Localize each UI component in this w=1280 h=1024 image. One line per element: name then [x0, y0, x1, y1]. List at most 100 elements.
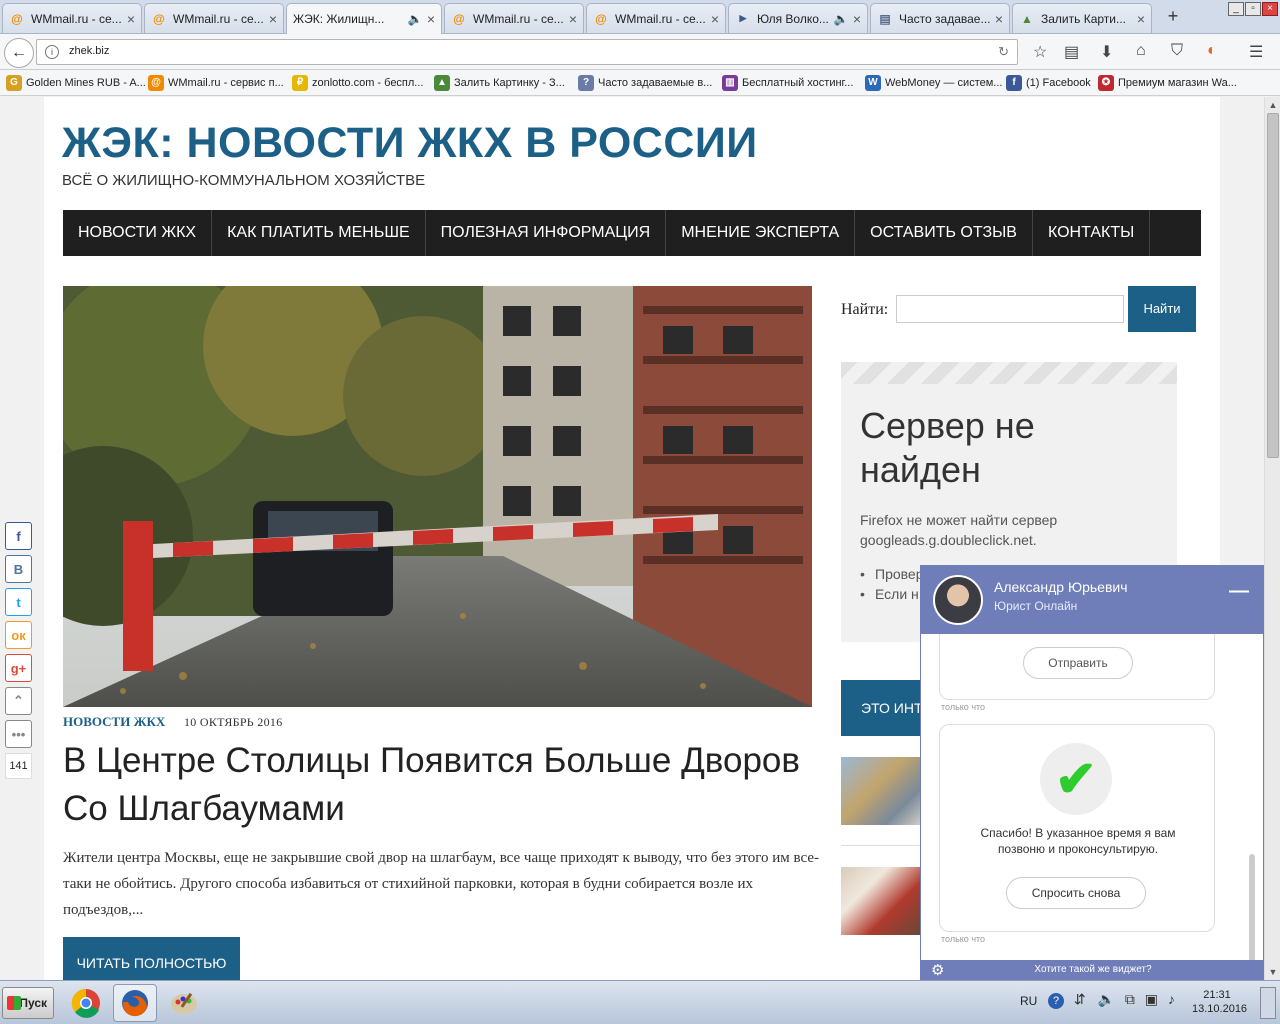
bookmark-item[interactable]: W WebMoney — систем...	[865, 75, 1002, 91]
nav-item-5[interactable]: ОСТАВИТЬ ОТЗЫВ	[855, 210, 1033, 256]
sidebar-thumbnail-documents[interactable]	[841, 867, 931, 935]
close-tab-icon[interactable]: ×	[427, 11, 435, 27]
bookmark-item[interactable]: ? Часто задаваемые в...	[578, 75, 712, 91]
search-button[interactable]: Найти	[1128, 286, 1196, 332]
chrome-app[interactable]	[64, 984, 108, 1022]
nav-item-3[interactable]: ПОЛЕЗНАЯ ИНФОРМАЦИЯ	[426, 210, 667, 256]
tray-arrow-icon[interactable]: ⇵	[1074, 991, 1086, 1007]
scroll-down-arrow[interactable]: ▼	[1265, 964, 1280, 980]
more-share-icon[interactable]: •••	[5, 720, 32, 748]
up-share-icon[interactable]: ⌃	[5, 687, 32, 715]
close-tab-icon[interactable]: ×	[711, 11, 719, 27]
vkontakte-share-icon[interactable]: В	[5, 555, 32, 583]
confirmation-text: Спасибо! В указанное время я вам позвоню…	[980, 826, 1176, 856]
volume-icon[interactable]: 🔈	[1098, 991, 1115, 1007]
sound-icon[interactable]: ♪	[1168, 991, 1175, 1007]
googleplus-share-icon[interactable]: g+	[5, 654, 32, 682]
network-icon[interactable]: ⧉	[1125, 991, 1135, 1007]
pocket-icon[interactable]: ⛉	[1171, 42, 1183, 60]
facebook-share-icon[interactable]: f	[5, 522, 32, 550]
clock[interactable]: 21:31 13.10.2016	[1192, 988, 1247, 1016]
tab-2[interactable]: @ WMmail.ru - се... ×	[144, 3, 284, 33]
nav-item-1[interactable]: НОВОСТИ ЖКХ	[63, 210, 213, 256]
sync-icon[interactable]: ◐	[1207, 42, 1217, 60]
bookmark-item[interactable]: @ WMmail.ru - сервис п...	[148, 75, 284, 91]
sidebar-widget-heading[interactable]: ЭТО ИНТ	[841, 680, 931, 736]
tab-6[interactable]: ▶ Юля Волко... 🔈 ×	[728, 3, 868, 33]
minimize-window-button[interactable]: _	[1228, 2, 1244, 16]
close-window-button[interactable]: ×	[1262, 2, 1278, 16]
reload-icon[interactable]: ↻	[998, 44, 1009, 60]
ask-again-button[interactable]: Спросить снова	[1006, 877, 1146, 909]
close-tab-icon[interactable]: ×	[569, 11, 577, 27]
bookmark-favicon-icon: ₽	[292, 75, 308, 91]
message-timestamp: только что	[941, 702, 986, 712]
tab-audio-icon[interactable]: 🔈	[408, 12, 423, 26]
language-indicator[interactable]: RU	[1020, 994, 1037, 1008]
tab-4[interactable]: @ WMmail.ru - се... ×	[444, 3, 584, 33]
address-bar[interactable]: i zhek.biz ↻	[36, 39, 1018, 65]
bookmark-item[interactable]: f (1) Facebook	[1006, 75, 1091, 91]
clock-time: 21:31	[1203, 989, 1231, 1001]
page-icon: ▤	[879, 11, 891, 26]
bookmark-item[interactable]: ₽ zonlotto.com - беспл...	[292, 75, 423, 91]
tab-title: ЖЭК: Жилищн...	[293, 12, 385, 26]
page-scrollbar[interactable]: ▲ ▼	[1264, 97, 1280, 980]
bookmark-item[interactable]: G Golden Mines RUB - A...	[6, 75, 146, 91]
paint-app[interactable]	[162, 984, 206, 1022]
url-text[interactable]: zhek.biz	[69, 45, 109, 57]
bookmark-star-icon[interactable]: ☆	[1033, 42, 1047, 62]
close-tab-icon[interactable]: ×	[269, 11, 277, 27]
bookmark-item[interactable]: ✪ Премиум магазин Wa...	[1098, 75, 1237, 91]
nav-item-6[interactable]: КОНТАКТЫ	[1033, 210, 1151, 256]
new-tab-button[interactable]: +	[1163, 5, 1183, 27]
scroll-up-arrow[interactable]: ▲	[1265, 97, 1280, 113]
home-icon[interactable]: ⌂	[1136, 42, 1146, 60]
nav-item-4[interactable]: МНЕНИЕ ЭКСПЕРТА	[666, 210, 856, 256]
chrome-icon	[71, 988, 100, 1018]
get-widget-link[interactable]: Хотите такой же виджет?	[921, 964, 1263, 975]
post-category-link[interactable]: НОВОСТИ ЖКХ	[63, 714, 165, 730]
read-more-button[interactable]: ЧИТАТЬ ПОЛНОСТЬЮ	[63, 937, 240, 980]
chat-footer: ⚙ Хотите такой же виджет?	[921, 960, 1263, 979]
reading-list-icon[interactable]: ▤	[1064, 42, 1079, 62]
tab-audio-icon[interactable]: 🔈	[834, 12, 849, 26]
post-hero-image[interactable]	[63, 286, 812, 707]
tab-3[interactable]: ЖЭК: Жилищн... 🔈 ×	[286, 3, 442, 34]
site-title[interactable]: ЖЭК: НОВОСТИ ЖКХ В РОССИИ	[62, 119, 758, 168]
close-tab-icon[interactable]: ×	[127, 11, 135, 27]
devices-icon[interactable]: ▣	[1145, 991, 1158, 1007]
close-tab-icon[interactable]: ×	[995, 11, 1003, 27]
bookmark-item[interactable]: ▥ Бесплатный хостинг...	[722, 75, 853, 91]
menu-icon[interactable]: ☰	[1249, 42, 1263, 62]
close-tab-icon[interactable]: ×	[853, 11, 861, 27]
wmmail-icon: @	[595, 11, 607, 26]
close-tab-icon[interactable]: ×	[1137, 11, 1145, 27]
help-icon[interactable]: ?	[1048, 993, 1064, 1009]
bookmark-item[interactable]: ▲ Залить Картинку - З...	[434, 75, 565, 91]
bookmark-label: zonlotto.com - беспл...	[312, 77, 424, 89]
tab-5[interactable]: @ WMmail.ru - се... ×	[586, 3, 726, 33]
maximize-window-button[interactable]: ▫	[1245, 2, 1261, 16]
chat-header[interactable]: Александр Юрьевич Юрист Онлайн —	[921, 566, 1263, 634]
nav-item-2[interactable]: КАК ПЛАТИТЬ МЕНЬШЕ	[212, 210, 426, 256]
tab-7[interactable]: ▤ Часто задавае... ×	[870, 3, 1010, 33]
post-title[interactable]: В Центре Столицы Появится Больше Дворов …	[63, 737, 803, 833]
scrollbar-thumb[interactable]	[1267, 113, 1279, 458]
downloads-icon[interactable]: ⬇	[1100, 42, 1113, 62]
firefox-app[interactable]	[113, 984, 157, 1022]
site-info-icon[interactable]: i	[45, 45, 59, 59]
twitter-share-icon[interactable]: t	[5, 588, 32, 616]
tab-8[interactable]: ▲ Залить Карти... ×	[1012, 3, 1152, 33]
send-button[interactable]: Отправить	[1023, 647, 1133, 679]
minimize-chat-button[interactable]: —	[1229, 580, 1249, 603]
show-desktop-button[interactable]	[1260, 987, 1276, 1019]
search-input[interactable]	[896, 295, 1124, 323]
post-date: 10 ОКТЯБРЬ 2016	[184, 715, 283, 729]
odnoklassniki-share-icon[interactable]: ок	[5, 621, 32, 649]
tab-1[interactable]: @ WMmail.ru - се... ×	[2, 3, 142, 33]
back-button[interactable]: ←	[4, 38, 34, 68]
sidebar-thumbnail-workers[interactable]	[841, 757, 931, 825]
chat-scrollbar[interactable]	[1249, 854, 1255, 960]
start-button[interactable]: Пуск	[2, 987, 54, 1019]
